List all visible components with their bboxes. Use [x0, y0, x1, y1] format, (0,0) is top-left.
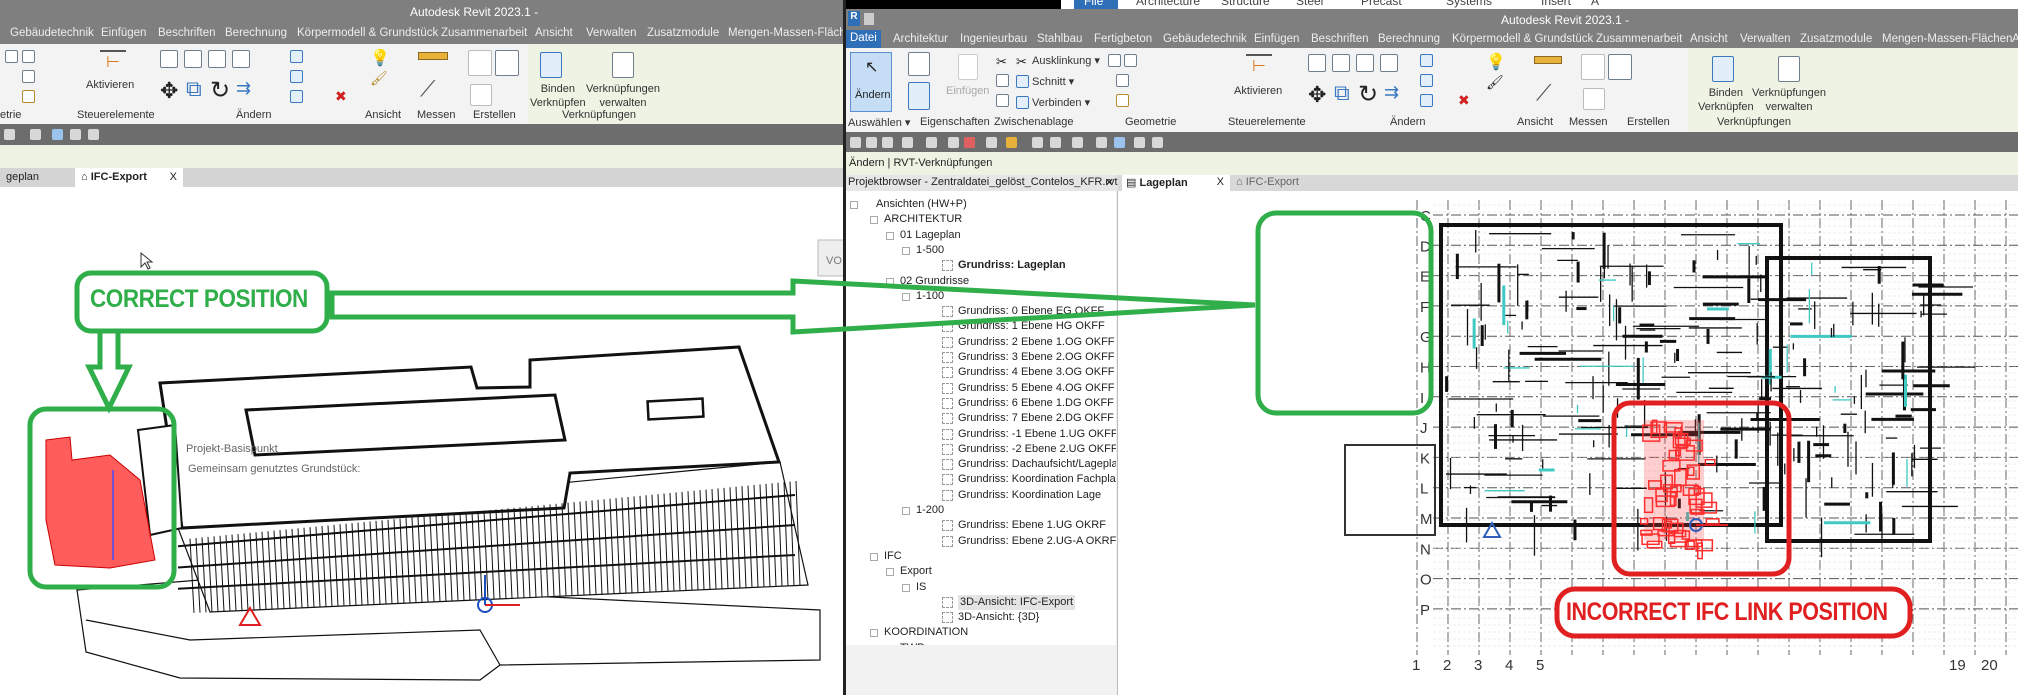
green-arrow-right	[329, 278, 1256, 335]
incorrect-position-box	[1611, 400, 1792, 577]
green-arrow-down	[84, 333, 134, 414]
expected-position-box	[1255, 210, 1434, 416]
correct-position-box	[27, 406, 177, 590]
incorrect-position-label: INCORRECT IFC LINK POSITION	[1566, 598, 1888, 626]
annotation-overlay	[27, 210, 1913, 639]
correct-position-label: CORRECT POSITION	[90, 285, 308, 313]
